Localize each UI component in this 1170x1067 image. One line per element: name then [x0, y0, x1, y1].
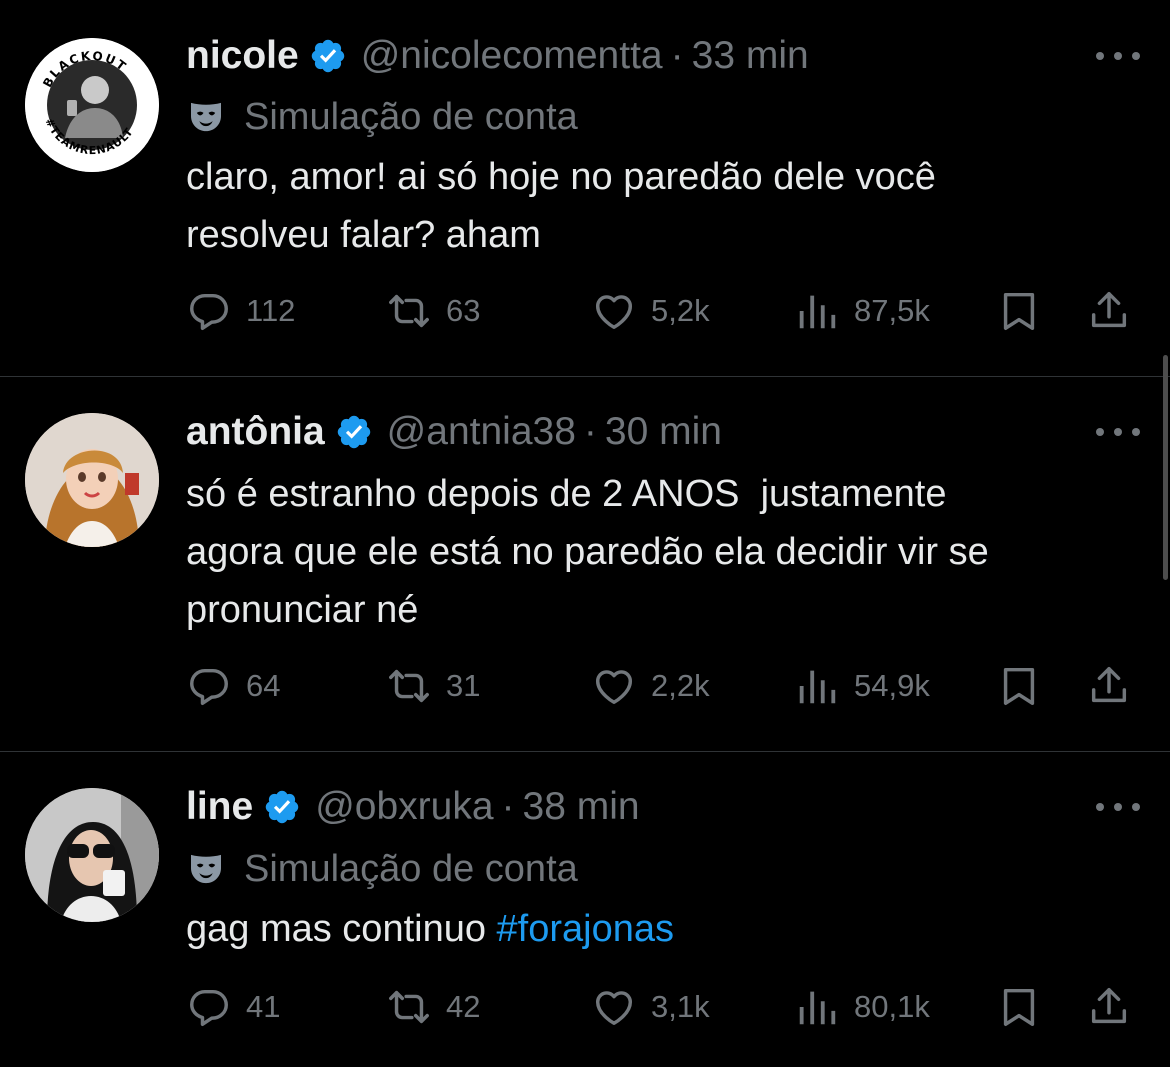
- verified-badge-icon[interactable]: [263, 788, 301, 826]
- simulation-label: Simulação de conta: [186, 92, 578, 142]
- user-handle[interactable]: @antnia38: [387, 410, 576, 454]
- share-button[interactable]: [1086, 661, 1132, 711]
- tweet-text: gag mas continuo #forajonas: [186, 900, 1136, 958]
- share-button[interactable]: [1086, 982, 1132, 1032]
- like-icon: [591, 663, 637, 709]
- theater-mask-icon: [186, 849, 226, 889]
- scrollbar[interactable]: [1163, 355, 1168, 580]
- views-button[interactable]: 87,5k: [794, 286, 930, 336]
- views-icon: [794, 984, 840, 1030]
- avatar[interactable]: [25, 413, 159, 547]
- reply-button[interactable]: 64: [186, 661, 280, 711]
- avatar[interactable]: [25, 788, 159, 922]
- reply-count: 64: [246, 668, 281, 703]
- views-button[interactable]: 80,1k: [794, 982, 930, 1032]
- avatar[interactable]: BLACKOUT #TEAMRENAULT: [25, 38, 159, 172]
- more-options-icon[interactable]: [1096, 46, 1140, 66]
- retweet-icon: [386, 663, 432, 709]
- share-button[interactable]: [1086, 286, 1132, 336]
- simulation-label: Simulação de conta: [186, 844, 578, 894]
- like-count: 5,2k: [651, 293, 710, 328]
- user-handle[interactable]: @nicolecomentta: [361, 34, 663, 78]
- bookmark-button[interactable]: [996, 982, 1042, 1032]
- bookmark-button[interactable]: [996, 661, 1042, 711]
- bookmark-button[interactable]: [996, 286, 1042, 336]
- more-options-icon[interactable]: [1096, 797, 1140, 817]
- share-icon: [1086, 288, 1132, 334]
- reply-button[interactable]: 41: [186, 982, 280, 1032]
- retweet-count: 42: [446, 989, 481, 1024]
- verified-badge-icon[interactable]: [335, 413, 373, 451]
- tweet[interactable]: line @obxruka · 38 min Simulação de cont…: [0, 752, 1170, 1067]
- share-icon: [1086, 984, 1132, 1030]
- bookmark-icon: [996, 663, 1042, 709]
- display-name[interactable]: antônia: [186, 410, 325, 454]
- avatar-image: BLACKOUT #TEAMRENAULT: [25, 38, 159, 172]
- views-button[interactable]: 54,9k: [794, 661, 930, 711]
- separator-dot: ·: [583, 410, 597, 453]
- retweet-count: 63: [446, 293, 481, 328]
- reply-count: 41: [246, 989, 281, 1024]
- tweet-header: nicole @nicolecomentta · 33 min: [186, 28, 809, 84]
- tweet-text: só é estranho depois de 2 ANOS justament…: [186, 473, 989, 631]
- retweet-count: 31: [446, 668, 481, 703]
- display-name[interactable]: line: [186, 785, 253, 829]
- like-button[interactable]: 3,1k: [591, 982, 710, 1032]
- separator-dot: ·: [501, 785, 515, 828]
- timestamp[interactable]: 30 min: [605, 410, 722, 454]
- user-handle[interactable]: @obxruka: [315, 785, 493, 829]
- views-count: 54,9k: [854, 668, 930, 703]
- retweet-button[interactable]: 42: [386, 982, 480, 1032]
- like-count: 3,1k: [651, 989, 710, 1024]
- views-icon: [794, 663, 840, 709]
- views-count: 87,5k: [854, 293, 930, 328]
- retweet-icon: [386, 288, 432, 334]
- retweet-icon: [386, 984, 432, 1030]
- action-bar: 41 42 3,1k 80,1k: [186, 982, 1136, 1032]
- avatar-image: [25, 413, 159, 547]
- hashtag-link[interactable]: #forajonas: [497, 908, 674, 950]
- views-icon: [794, 288, 840, 334]
- views-count: 80,1k: [854, 989, 930, 1024]
- timestamp[interactable]: 33 min: [692, 34, 809, 78]
- tweet[interactable]: BLACKOUT #TEAMRENAULT nicole @nicolecome…: [0, 0, 1170, 376]
- reply-count: 112: [246, 293, 296, 328]
- like-icon: [591, 984, 637, 1030]
- like-button[interactable]: 2,2k: [591, 661, 710, 711]
- more-options-icon[interactable]: [1096, 422, 1140, 442]
- tweet-text: claro, amor! ai só hoje no paredão dele …: [186, 156, 936, 256]
- separator-dot: ·: [670, 34, 684, 77]
- timestamp[interactable]: 38 min: [523, 785, 640, 829]
- theater-mask-icon: [186, 97, 226, 137]
- like-icon: [591, 288, 637, 334]
- share-icon: [1086, 663, 1132, 709]
- action-bar: 64 31 2,2k 54,9k: [186, 661, 1136, 711]
- simulation-text: Simulação de conta: [244, 95, 578, 138]
- bookmark-icon: [996, 288, 1042, 334]
- reply-icon: [186, 663, 232, 709]
- like-count: 2,2k: [651, 668, 710, 703]
- reply-icon: [186, 984, 232, 1030]
- tweet-text-plain: gag mas continuo: [186, 908, 497, 950]
- bookmark-icon: [996, 984, 1042, 1030]
- retweet-button[interactable]: 31: [386, 661, 480, 711]
- action-bar: 112 63 5,2k 87,5k: [186, 286, 1136, 336]
- display-name[interactable]: nicole: [186, 34, 299, 78]
- like-button[interactable]: 5,2k: [591, 286, 710, 336]
- tweet[interactable]: antônia @antnia38 · 30 min só é estranho…: [0, 377, 1170, 751]
- reply-button[interactable]: 112: [186, 286, 295, 336]
- verified-badge-icon[interactable]: [309, 37, 347, 75]
- simulation-text: Simulação de conta: [244, 847, 578, 890]
- retweet-button[interactable]: 63: [386, 286, 480, 336]
- tweet-header: antônia @antnia38 · 30 min: [186, 404, 722, 460]
- reply-icon: [186, 288, 232, 334]
- tweet-header: line @obxruka · 38 min: [186, 779, 640, 835]
- avatar-image: [25, 788, 159, 922]
